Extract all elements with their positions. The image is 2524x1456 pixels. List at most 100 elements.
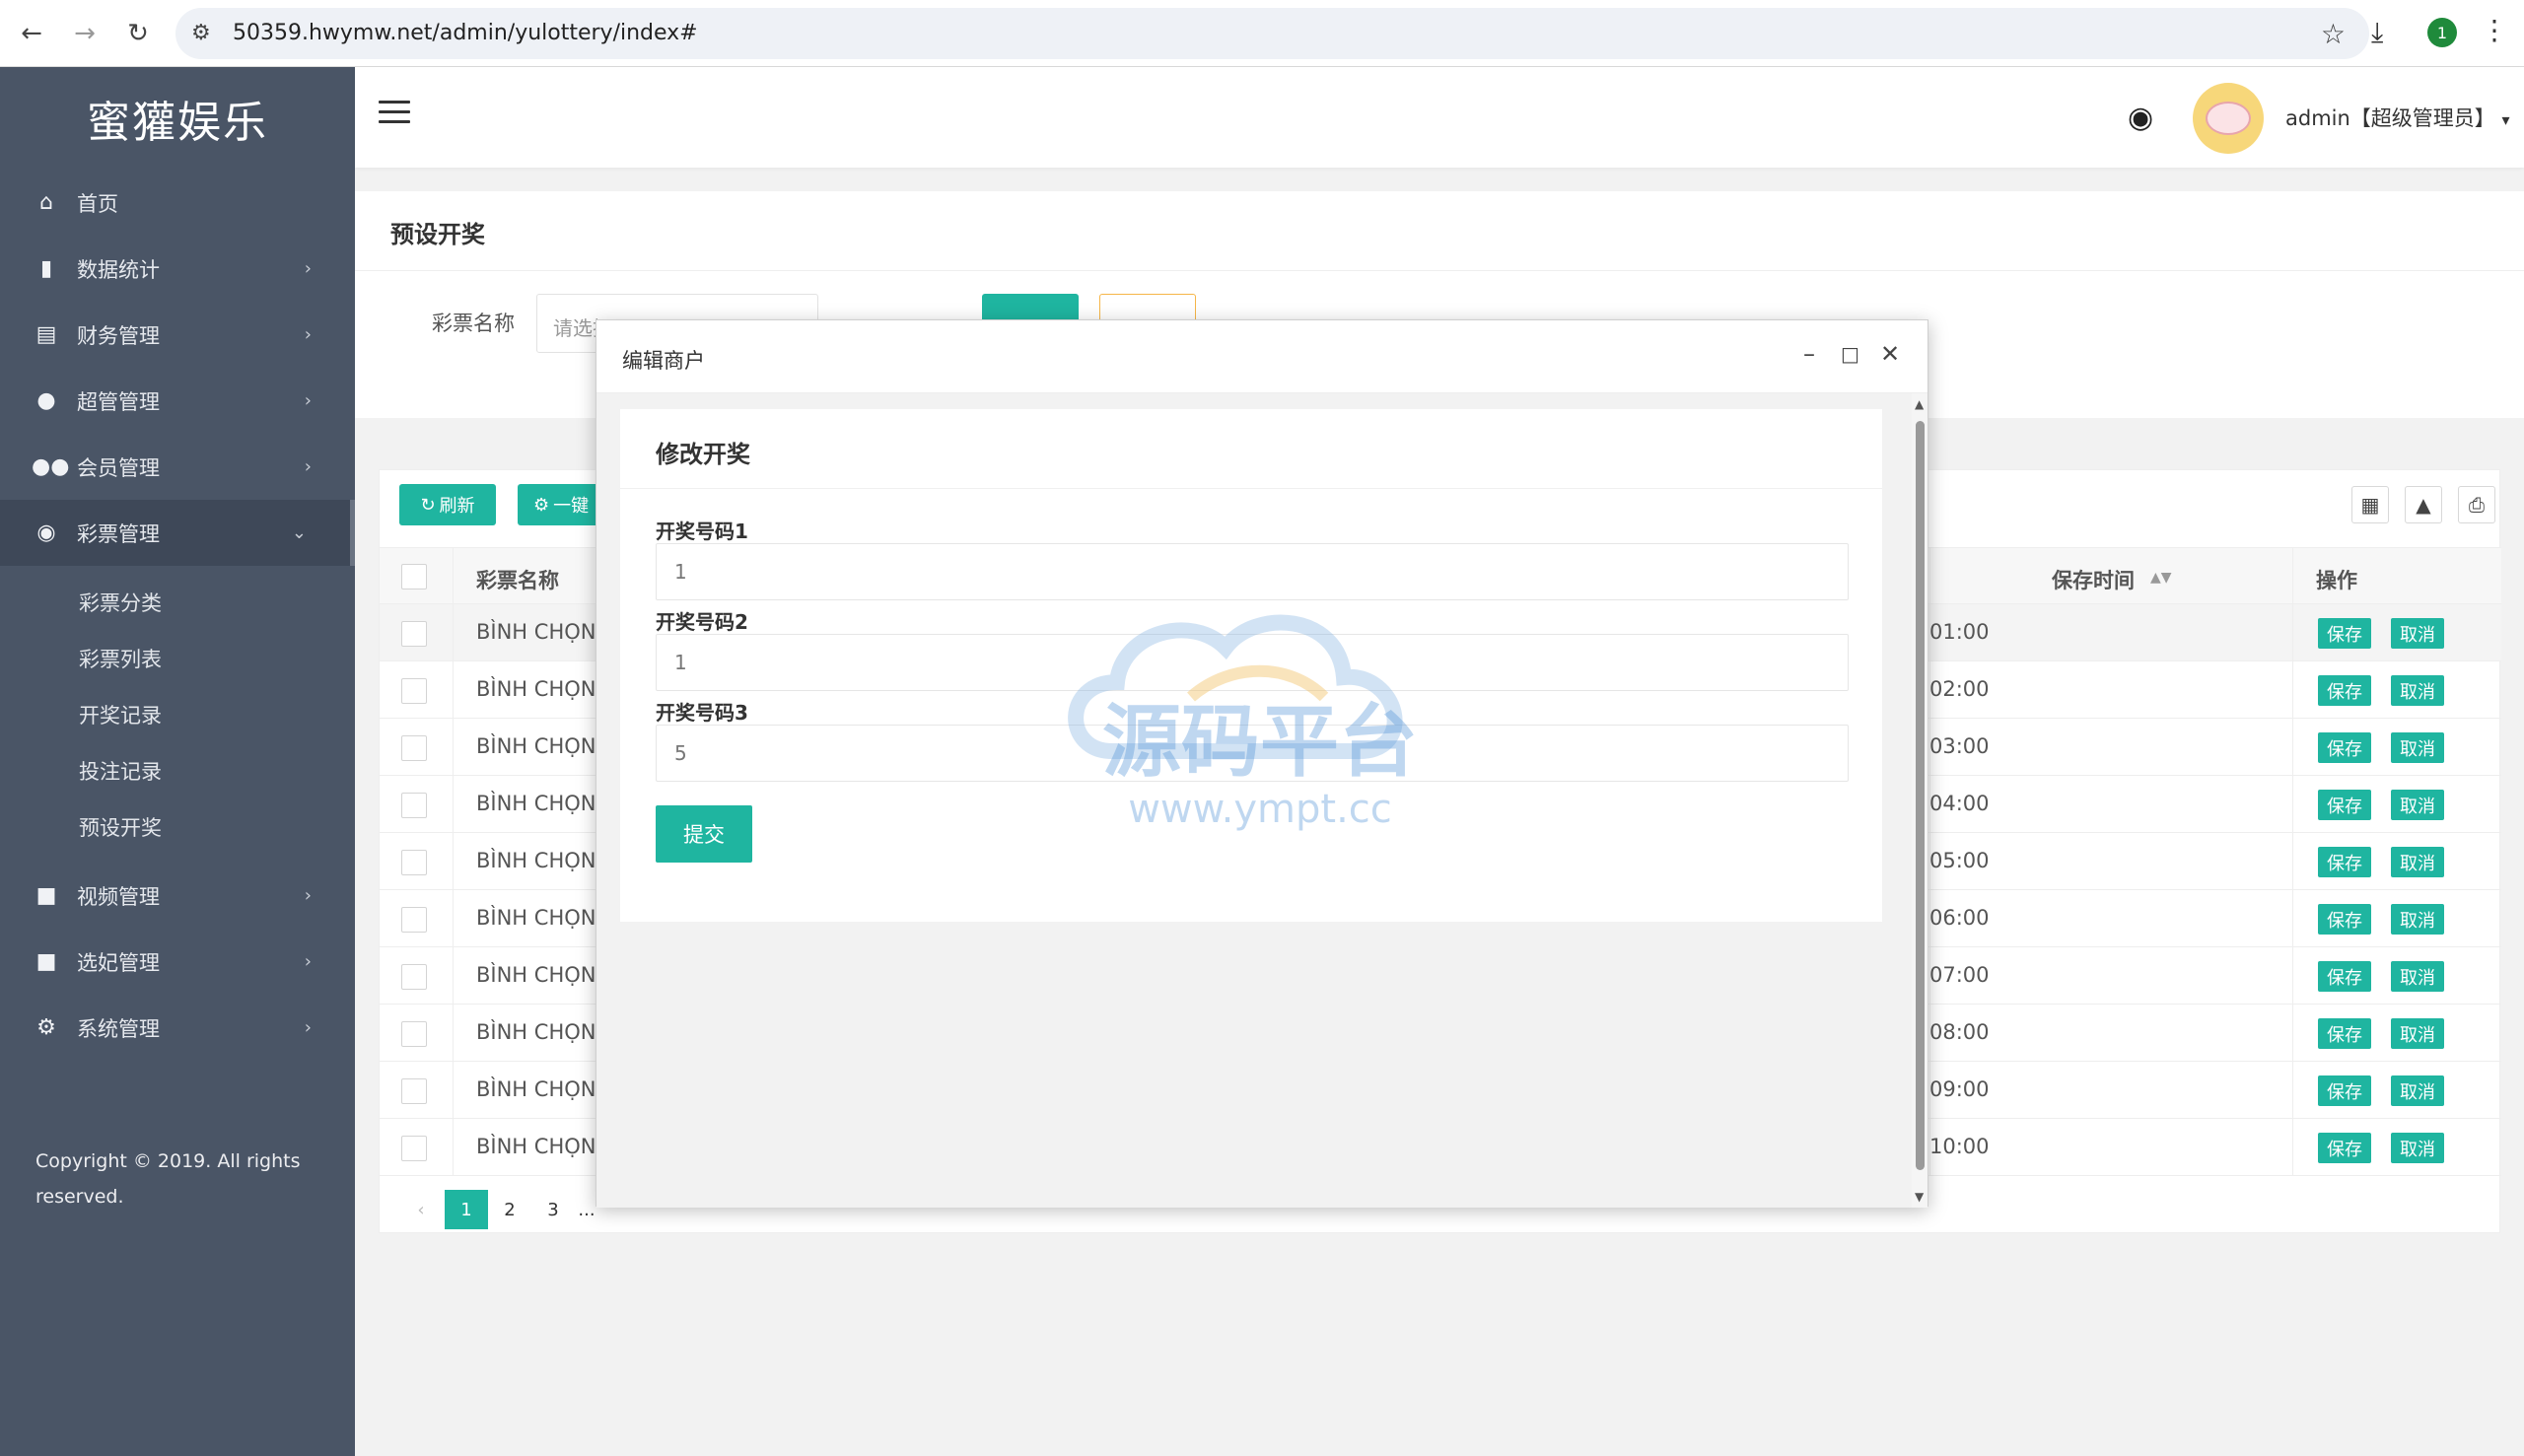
cancel-button[interactable]: 取消 <box>2391 904 2444 935</box>
row-checkbox[interactable] <box>401 907 427 933</box>
refresh-button[interactable]: ↻ 刷新 <box>399 484 496 525</box>
sidebar-item-label: 选妃管理 <box>77 950 160 975</box>
minimize-icon[interactable]: – <box>1803 340 1815 368</box>
scroll-up-icon[interactable]: ▲ <box>1915 397 1924 411</box>
select-all-checkbox[interactable] <box>401 564 427 589</box>
sidebar-item-stats[interactable]: ▮ 数据统计 › <box>0 236 355 302</box>
save-button[interactable]: 保存 <box>2318 732 2371 763</box>
row-checkbox[interactable] <box>401 1021 427 1047</box>
chevron-right-icon: › <box>304 390 312 411</box>
sidebar-item-home[interactable]: ⌂ 首页 <box>0 170 355 236</box>
save-button[interactable]: 保存 <box>2318 618 2371 649</box>
row-checkbox[interactable] <box>401 850 427 875</box>
close-icon[interactable]: ✕ <box>1880 340 1900 368</box>
row-checkbox[interactable] <box>401 735 427 761</box>
profile-badge[interactable]: 1 <box>2427 18 2457 47</box>
cancel-button[interactable]: 取消 <box>2391 790 2444 820</box>
columns-icon[interactable]: ▦ <box>2351 486 2389 523</box>
sidebar-item-system[interactable]: ⚙ 系统管理 › <box>0 995 355 1061</box>
chevron-right-icon: › <box>304 456 312 477</box>
sidebar-item-superadmin[interactable]: ● 超管管理 › <box>0 368 355 434</box>
save-button[interactable]: 保存 <box>2318 1018 2371 1049</box>
submit-button[interactable]: 提交 <box>656 805 752 863</box>
download-icon[interactable]: ⤓ <box>2371 16 2383 49</box>
sidebar-item-members[interactable]: ●● 会员管理 › <box>0 434 355 500</box>
sidebar-sub-lottery-category[interactable]: 彩票分类 <box>0 574 355 630</box>
back-icon[interactable]: ← <box>14 16 49 51</box>
chevron-right-icon: › <box>304 1017 312 1038</box>
sort-icon[interactable]: ▲▼ <box>2150 570 2172 586</box>
draw-number-3-input[interactable]: 5 <box>656 725 1849 782</box>
cell-time: 06:00 <box>1929 906 1990 930</box>
row-checkbox[interactable] <box>401 1136 427 1161</box>
row-checkbox[interactable] <box>401 621 427 647</box>
cell-lottery-name: BÌNH CHỌN <box>476 849 596 872</box>
avatar[interactable] <box>2193 83 2264 154</box>
cancel-button[interactable]: 取消 <box>2391 847 2444 877</box>
site-info-icon[interactable]: ⚙ <box>191 21 211 45</box>
cell-time: 05:00 <box>1929 849 1990 872</box>
dialog-title: 编辑商户 <box>622 349 705 373</box>
column-header-save-time[interactable]: 保存时间 <box>2052 565 2135 594</box>
browser-menu-icon[interactable]: ⋮ <box>2481 14 2508 46</box>
maximize-icon[interactable]: □ <box>1841 342 1859 366</box>
palette-icon[interactable]: ◉ <box>2128 101 2153 135</box>
sidebar-sub-draw-records[interactable]: 开奖记录 <box>0 686 355 742</box>
save-button[interactable]: 保存 <box>2318 675 2371 706</box>
sidebar-item-label: 超管管理 <box>77 389 160 414</box>
chevron-right-icon: › <box>304 885 312 906</box>
export-icon[interactable]: ▲ <box>2405 486 2442 523</box>
save-button[interactable]: 保存 <box>2318 847 2371 877</box>
save-button[interactable]: 保存 <box>2318 1075 2371 1106</box>
sidebar-sub-bet-records[interactable]: 投注记录 <box>0 742 355 798</box>
row-checkbox[interactable] <box>401 964 427 990</box>
cancel-button[interactable]: 取消 <box>2391 618 2444 649</box>
sidebar-item-concubine[interactable]: ■ 选妃管理 › <box>0 929 355 995</box>
save-button[interactable]: 保存 <box>2318 1133 2371 1163</box>
cancel-button[interactable]: 取消 <box>2391 961 2444 992</box>
cell-time: 09:00 <box>1929 1077 1990 1101</box>
page-1[interactable]: 1 <box>445 1190 488 1229</box>
reload-icon[interactable]: ↻ <box>120 16 156 51</box>
save-button[interactable]: 保存 <box>2318 904 2371 935</box>
save-button[interactable]: 保存 <box>2318 961 2371 992</box>
draw-number-2-input[interactable]: 1 <box>656 634 1849 691</box>
brand-logo[interactable]: 蜜獾娱乐 <box>0 67 355 170</box>
chevron-right-icon: › <box>304 258 312 279</box>
row-checkbox[interactable] <box>401 793 427 818</box>
row-checkbox[interactable] <box>401 678 427 704</box>
bookmark-star-icon[interactable]: ☆ <box>2321 18 2346 50</box>
cancel-button[interactable]: 取消 <box>2391 1018 2444 1049</box>
sidebar-item-video[interactable]: ■ 视频管理 › <box>0 863 355 929</box>
scroll-thumb[interactable] <box>1916 421 1925 1170</box>
user-menu[interactable]: admin【超级管理员】 ▾ <box>2285 103 2510 132</box>
row-checkbox[interactable] <box>401 1078 427 1104</box>
cancel-button[interactable]: 取消 <box>2391 1133 2444 1163</box>
column-header-actions: 操作 <box>2316 569 2357 592</box>
draw-number-1-input[interactable]: 1 <box>656 543 1849 600</box>
menu-toggle-icon[interactable] <box>379 101 410 130</box>
page-2[interactable]: 2 <box>488 1190 531 1229</box>
forward-icon[interactable]: → <box>67 16 103 51</box>
cancel-button[interactable]: 取消 <box>2391 732 2444 763</box>
dialog-body: 修改开奖 开奖号码1 1 开奖号码2 1 开奖号码3 5 提交 <box>596 393 1914 1208</box>
column-header-name[interactable]: 彩票名称 <box>476 565 559 594</box>
prev-page-icon[interactable]: ‹ <box>399 1190 443 1229</box>
sidebar-sub-preset-draw[interactable]: 预设开奖 <box>0 798 355 855</box>
sidebar-item-finance[interactable]: ▤ 财务管理 › <box>0 302 355 368</box>
cell-lottery-name: BÌNH CHỌN <box>476 906 596 930</box>
url-text[interactable]: 50359.hwymw.net/admin/yulottery/index# <box>233 21 698 45</box>
cancel-button[interactable]: 取消 <box>2391 1075 2444 1106</box>
scroll-down-icon[interactable]: ▼ <box>1915 1190 1924 1204</box>
dialog-scrollbar[interactable]: ▲ ▼ <box>1912 393 1928 1208</box>
sidebar-item-label: 系统管理 <box>77 1016 160 1041</box>
sidebar-item-label: 会员管理 <box>77 455 160 480</box>
print-icon[interactable]: ⎙ <box>2458 486 2495 523</box>
cancel-button[interactable]: 取消 <box>2391 675 2444 706</box>
sidebar-sub-lottery-list[interactable]: 彩票列表 <box>0 630 355 686</box>
save-button[interactable]: 保存 <box>2318 790 2371 820</box>
cell-lottery-name: BÌNH CHỌN <box>476 1077 596 1101</box>
address-bar[interactable]: ⚙ 50359.hwymw.net/admin/yulottery/index#… <box>175 8 2369 59</box>
user-label: admin【超级管理员】 <box>2285 106 2495 130</box>
sidebar-item-lottery[interactable]: ◉ 彩票管理 ⌄ <box>0 500 355 566</box>
